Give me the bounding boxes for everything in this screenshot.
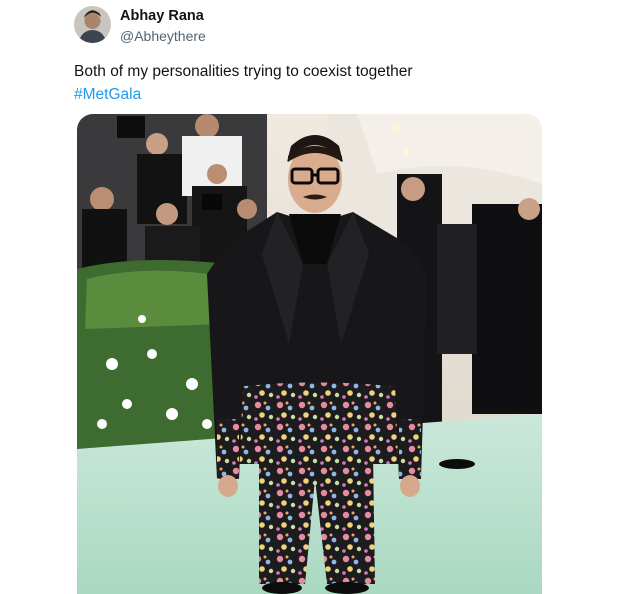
hashtag-link[interactable]: #MetGala (74, 83, 413, 106)
avatar[interactable] (74, 6, 111, 43)
tweet-card: Abhay Rana @Abheythere Both of my person… (0, 0, 620, 594)
avatar-photo-icon (74, 6, 111, 43)
user-handle[interactable]: @Abheythere (120, 28, 206, 44)
met-gala-photo (77, 114, 542, 594)
tweet-body: Both of my personalities trying to coexi… (74, 63, 413, 80)
tweet-photo[interactable] (77, 114, 542, 594)
display-name[interactable]: Abhay Rana (120, 8, 204, 24)
tweet-text: Both of my personalities trying to coexi… (74, 60, 413, 106)
